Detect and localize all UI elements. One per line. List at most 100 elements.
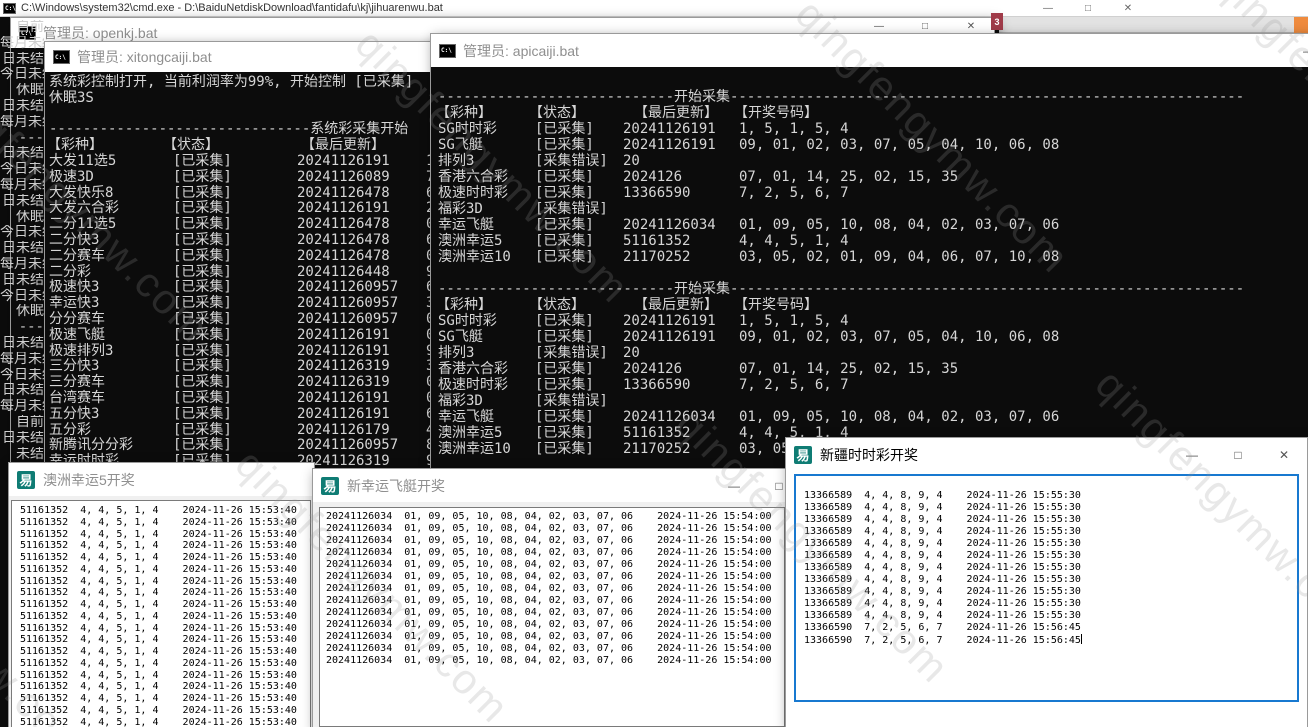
console-cell: 极速时时彩 [438,185,508,201]
console-cell: 21170252 [623,249,691,265]
yi-app-icon: 易 [794,445,812,464]
console-cell: [采集错误] [535,393,608,409]
minimize-button[interactable]: — [711,469,757,502]
aozhou-titlebar[interactable]: 易 澳洲幸运5开奖 [9,463,314,496]
console-cell: SG时时彩 [438,121,497,137]
openkj-caption-buttons: — □ ✕ [856,18,994,34]
clipped-text-fragment: 每月未结 [0,114,44,130]
console-cell: 【状态】 [529,105,585,121]
lottery-row: SG时时彩 [已采集] 20241126191 1, 5, 1, 5, 4 [431,121,1308,137]
console-cell: [已采集] [535,313,594,329]
xinjiang-titlebar[interactable]: 易 新疆时时彩开奖 — □ ✕ [786,438,1307,471]
close-button[interactable]: ✕ [1108,0,1148,17]
close-button[interactable]: ✕ [948,18,994,34]
column-headers: 【彩种】 【状态】 【最后更新】【开奖号码】 [431,297,1308,313]
console-cell: 台湾赛车 [49,389,105,406]
console-cell: 【开奖号码】 [734,297,818,313]
maximize-button[interactable]: □ [1215,438,1261,471]
console-cell: 20241126191 [297,326,390,343]
lottery-row: 极速时时彩 [已采集] 13366590 7, 2, 5, 6, 7 [431,377,1308,393]
console-cell: 2024126 [623,361,683,377]
feiting-titlebar[interactable]: 易 新幸运飞艇开奖 — □ [313,469,789,502]
minimize-button[interactable]: — [1169,438,1215,471]
background-close-button[interactable] [1294,17,1308,33]
clipped-text-fragment: 日未结 [2,430,44,446]
console-cell: [采集错误] [535,153,608,169]
console-cell: 20241126478 [297,184,390,201]
console-cell: [已采集] [173,358,232,375]
yi-app-icon: 易 [321,476,339,495]
background-window-titlebar [999,17,1308,33]
lottery-row: 澳洲幸运5 [已采集] 51161352 4, 4, 5, 1, 4 [431,233,1308,249]
list-row: 51161352 4, 4, 5, 1, 4 2024-11-26 15:53:… [20,634,297,646]
xinjiang-result-list[interactable]: 13366589 4, 4, 8, 9, 4 2024-11-26 15:55:… [794,474,1299,702]
minimize-button[interactable]: — [1028,0,1068,17]
cmd-icon: C:\ [3,2,16,14]
console-cell: [已采集] [535,169,594,185]
clipped-text-fragment: 日未结 [2,51,44,67]
lottery-row: SG飞艇 [已采集] 20241126191 09, 01, 02, 03, 07, … [431,137,1308,153]
console-cell: [已采集] [173,342,232,359]
console-cell: 【彩种】 [47,137,103,154]
clipped-text-fragment: 日未结 [2,272,44,288]
list-row: 51161352 4, 4, 5, 1, 4 2024-11-26 15:53:… [20,540,297,552]
console-cell: 香港六合彩 [438,169,508,185]
console-cell: 【状态】 [163,137,219,154]
console-cell: [已采集] [535,249,594,265]
console-cell: [已采集] [173,279,232,296]
separator-line: ----------------------------开始采集--------… [431,281,1308,297]
list-row: 51161352 4, 4, 5, 1, 4 2024-11-26 15:53:… [20,622,297,634]
console-cell: 新腾讯分分彩 [49,437,133,454]
console-cell: [已采集] [173,421,232,438]
clipped-text-fragment: 日未结 [2,241,44,257]
close-button[interactable]: ✕ [1261,438,1307,471]
minimize-button[interactable]: — [856,18,902,34]
console-cell: [已采集] [535,329,594,345]
maximize-button[interactable]: □ [1068,0,1108,17]
console-cell: 20241126448 [297,263,390,280]
list-row: 13366589 4, 4, 8, 9, 4 2024-11-26 15:55:… [804,610,1081,621]
list-row: 20241126034 01, 09, 05, 10, 08, 04, 02, … [326,655,772,666]
console-cell: 系统彩控制打开, 当前利润率为99%, 开始控制 [已采集] [49,74,414,90]
console-cell: 7, 2, 5, 6, 7 [739,185,849,201]
apicaiji-titlebar[interactable]: C:\ 管理员: apicaiji.bat — [431,34,1308,67]
clipped-text-fragment: 自前 [16,20,44,35]
console-cell: 澳洲幸运10 [438,249,511,265]
console-cell: -------------------------------系统彩采集开始 [49,121,409,138]
console-cell: [已采集] [173,405,232,422]
console-cell: 【彩种】 [436,105,492,121]
console-cell: 大发快乐8 [49,184,114,201]
xinjiang-title: 新疆时时彩开奖 [820,446,918,463]
console-cell: SG时时彩 [438,313,497,329]
feiting-result-list[interactable]: 20241126034 01, 09, 05, 10, 08, 04, 02, … [319,507,785,727]
console-cell: SG飞艇 [438,329,483,345]
console-cell: [已采集] [173,216,232,233]
console-cell: 03, 05, 02, 01, 09, 04, 06, 07, 10, 08 [739,249,1060,265]
aozhou-body: 51161352 4, 4, 5, 1, 4 2024-11-26 15:53:… [9,496,314,727]
console-cell: 二分快3 [49,231,100,248]
maximize-button[interactable]: □ [902,18,948,34]
console-cell: 07, 01, 14, 25, 02, 15, 35 [739,169,959,185]
console-cell: 三分赛车 [49,374,105,391]
desktop: C:\ C:\Windows\system32\cmd.exe - D:\Bai… [0,0,1308,727]
console-cell: 极速飞艇 [49,326,105,343]
console-cell: 202411260957 [297,295,399,312]
console-cell: 20241126191 [623,137,716,153]
console-cell: 09, 01, 02, 03, 07, 05, 04, 10, 06, 08 [739,137,1060,153]
console-cell: 20241126191 [297,389,390,406]
console-cell: [已采集] [535,185,594,201]
lottery-row: 福彩3D [采集错误] [431,201,1308,217]
console-cell: 21170252 [623,441,691,457]
console-cell: 07, 01, 14, 25, 02, 15, 35 [739,361,959,377]
list-row: 13366589 4, 4, 8, 9, 4 2024-11-26 15:55:… [804,562,1081,573]
console-cell: 极速排列3 [49,342,114,359]
aozhou-result-list[interactable]: 51161352 4, 4, 5, 1, 4 2024-11-26 15:53:… [11,500,311,727]
list-row: 51161352 4, 4, 5, 1, 4 2024-11-26 15:53:… [20,610,297,622]
minimize-button[interactable]: — [1286,34,1308,67]
console-cell: 20241126089 [297,168,390,185]
console-cell: 1, 5, 1, 5, 4 [739,313,849,329]
lottery-row: 极速时时彩 [已采集] 13366590 7, 2, 5, 6, 7 [431,185,1308,201]
console-cell: 20241126319 [297,374,390,391]
lottery-row: 香港六合彩 [已采集] 2024126 07, 01, 14, 25, 02, 15,… [431,169,1308,185]
lottery-row: 福彩3D [采集错误] [431,393,1308,409]
